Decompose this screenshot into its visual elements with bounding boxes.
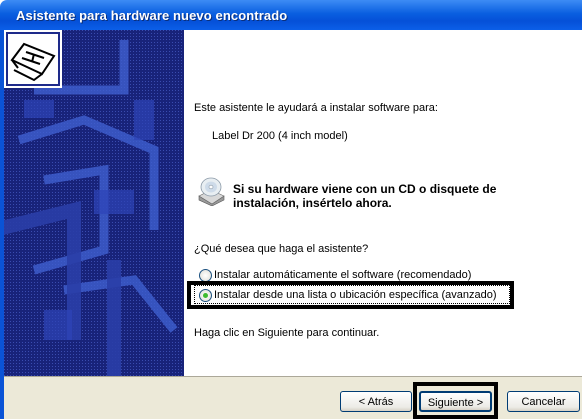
title-bar[interactable]: Asistente para hardware nuevo encontrado	[0, 0, 582, 30]
question-text: ¿Qué desea que haga el asistente?	[194, 243, 369, 255]
cd-prompt: Si su hardware viene con un CD o disquet…	[233, 182, 497, 210]
cd-drive-icon	[198, 177, 225, 206]
intro-text: Este asistente le ayudará a instalar sof…	[194, 102, 438, 114]
window-title: Asistente para hardware nuevo encontrado	[16, 8, 288, 23]
next-button[interactable]: Siguiente >	[419, 391, 492, 412]
continue-hint: Haga clic en Siguiente para continuar.	[194, 327, 380, 339]
wizard-side-panel	[4, 30, 184, 376]
radio-button-selected[interactable]	[199, 289, 212, 302]
radio-label[interactable]: Instalar desde una lista o ubicación esp…	[214, 289, 497, 301]
radio-label[interactable]: Instalar automáticamente el software (re…	[214, 269, 471, 281]
hardware-card-icon	[4, 30, 62, 88]
back-button[interactable]: < Atrás	[340, 391, 412, 412]
cancel-button[interactable]: Cancelar	[507, 391, 580, 412]
device-name: Label Dr 200 (4 inch model)	[212, 130, 348, 142]
